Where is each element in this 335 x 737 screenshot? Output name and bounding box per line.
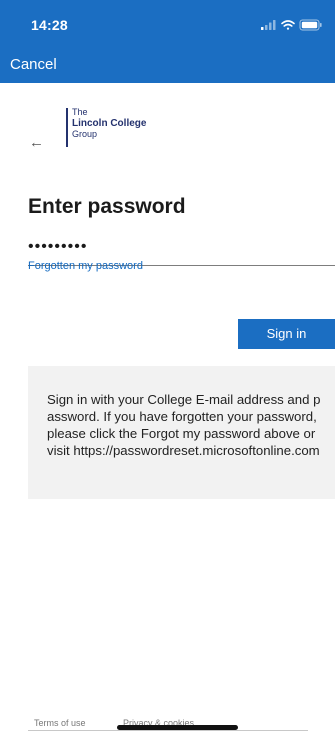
info-text: Sign in with your College E-mail address… [47,392,321,458]
info-box: Sign in with your College E-mail address… [28,366,335,499]
terms-of-use-link[interactable]: Terms of use [34,718,86,728]
page-title: Enter password [28,195,186,218]
top-bar: 14:28 Cancel [0,0,335,83]
logo-line-1: The [72,107,88,117]
cancel-button[interactable]: Cancel [10,56,57,73]
logo-line-2: Lincoln College [72,118,147,129]
home-indicator[interactable] [117,725,238,730]
forgot-password-link[interactable]: Forgotten my password [28,260,143,272]
logo-line-3: Group [72,129,98,139]
footer-divider [28,730,308,731]
wifi-icon [281,20,295,30]
logo-text: The Lincoln College Group [72,107,192,140]
back-arrow-icon[interactable]: ← [29,134,44,152]
status-icons [261,19,322,31]
status-time: 14:28 [31,17,68,33]
cellular-signal-icon [261,20,276,30]
logo-bar [66,108,68,147]
sign-in-button[interactable]: Sign in [238,319,335,349]
battery-icon [299,19,322,31]
